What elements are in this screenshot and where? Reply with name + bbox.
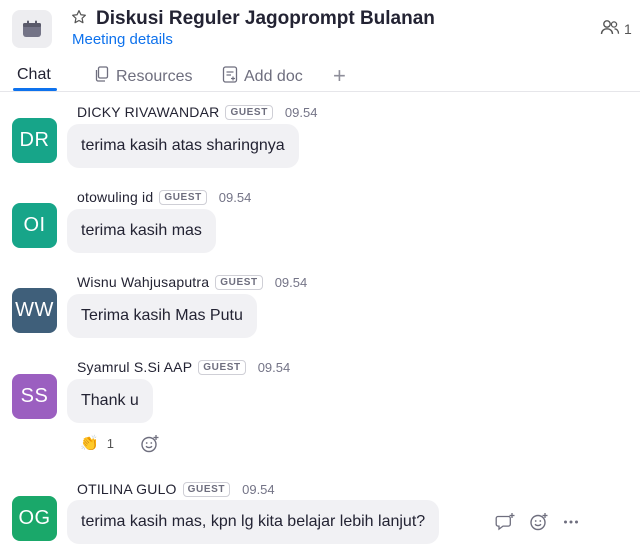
avatar[interactable]: WW: [12, 288, 57, 333]
message-bubble[interactable]: Terima kasih Mas Putu: [67, 294, 257, 338]
avatar[interactable]: OG: [12, 496, 57, 541]
reaction-count: 1: [106, 435, 114, 451]
sender-name[interactable]: OTILINA GULO: [77, 481, 177, 497]
message-time: 09.54: [274, 274, 308, 290]
message-meta: otowuling id GUEST 09.54: [77, 189, 251, 205]
tab-bar: Chat Resources Add doc +: [0, 62, 640, 92]
tab-chat-label: Chat: [17, 66, 51, 83]
message-time: 09.54: [284, 104, 318, 120]
sender-name[interactable]: Wisnu Wahjusaputra: [77, 274, 209, 290]
avatar[interactable]: OI: [12, 203, 57, 248]
add-reaction-icon[interactable]: [529, 512, 549, 537]
clap-emoji: 👏: [80, 435, 99, 452]
active-tab-indicator: [13, 88, 57, 91]
copy-icon: [94, 66, 110, 87]
tab-resources-label: Resources: [116, 67, 193, 85]
more-options-icon[interactable]: [563, 512, 579, 537]
guest-badge: GUEST: [159, 189, 207, 205]
message-text: Thank u: [81, 392, 139, 409]
message-meta: DICKY RIVAWANDAR GUEST 09.54: [77, 104, 317, 120]
message-time: 09.54: [257, 359, 291, 375]
tab-add-doc[interactable]: Add doc: [222, 66, 303, 88]
message-time: 09.54: [242, 481, 275, 497]
message-actions: [495, 512, 579, 537]
avatar[interactable]: DR: [12, 118, 57, 163]
message-text: terima kasih atas sharingnya: [81, 137, 285, 154]
message-meta: Syamrul S.Si AAP GUEST 09.54: [77, 359, 290, 375]
sender-name[interactable]: otowuling id: [77, 189, 153, 205]
sender-name[interactable]: Syamrul S.Si AAP: [77, 359, 192, 375]
doc-icon: [222, 66, 238, 88]
participants-button[interactable]: 1: [600, 19, 632, 38]
calendar-icon[interactable]: [12, 10, 52, 48]
add-reaction-icon[interactable]: [140, 434, 160, 459]
message-text: terima kasih mas: [81, 222, 202, 239]
participant-count: 1: [624, 20, 632, 37]
reply-icon[interactable]: [495, 512, 515, 537]
plus-icon: +: [333, 63, 346, 88]
message-meta: OTILINA GULO GUEST 09.54: [77, 481, 275, 497]
add-tab-button[interactable]: +: [333, 63, 346, 89]
message-text: Terima kasih Mas Putu: [81, 307, 243, 324]
meeting-title: Diskusi Reguler Jagoprompt Bulanan: [96, 8, 435, 29]
star-icon[interactable]: [71, 9, 89, 27]
sender-name[interactable]: DICKY RIVAWANDAR: [77, 104, 219, 120]
guest-badge: GUEST: [198, 359, 246, 375]
tab-resources[interactable]: Resources: [94, 66, 192, 87]
guest-badge: GUEST: [182, 481, 231, 497]
tab-add-doc-label: Add doc: [244, 68, 303, 85]
meeting-details-link[interactable]: Meeting details: [72, 31, 173, 48]
avatar[interactable]: SS: [12, 374, 57, 419]
message-time: 09.54: [218, 189, 252, 205]
message-text: terima kasih mas, kpn lg kita belajar le…: [81, 513, 426, 530]
message-meta: Wisnu Wahjusaputra GUEST 09.54: [77, 274, 307, 290]
guest-badge: GUEST: [225, 104, 273, 120]
message-bubble[interactable]: Thank u: [67, 379, 153, 423]
participants-icon: [600, 19, 620, 38]
tab-chat[interactable]: Chat: [17, 66, 51, 84]
guest-badge: GUEST: [215, 274, 263, 290]
reaction-pill[interactable]: 👏 1: [80, 434, 114, 452]
message-bubble[interactable]: terima kasih mas, kpn lg kita belajar le…: [67, 500, 440, 544]
message-bubble[interactable]: terima kasih atas sharingnya: [67, 124, 299, 168]
message-bubble[interactable]: terima kasih mas: [67, 209, 216, 253]
